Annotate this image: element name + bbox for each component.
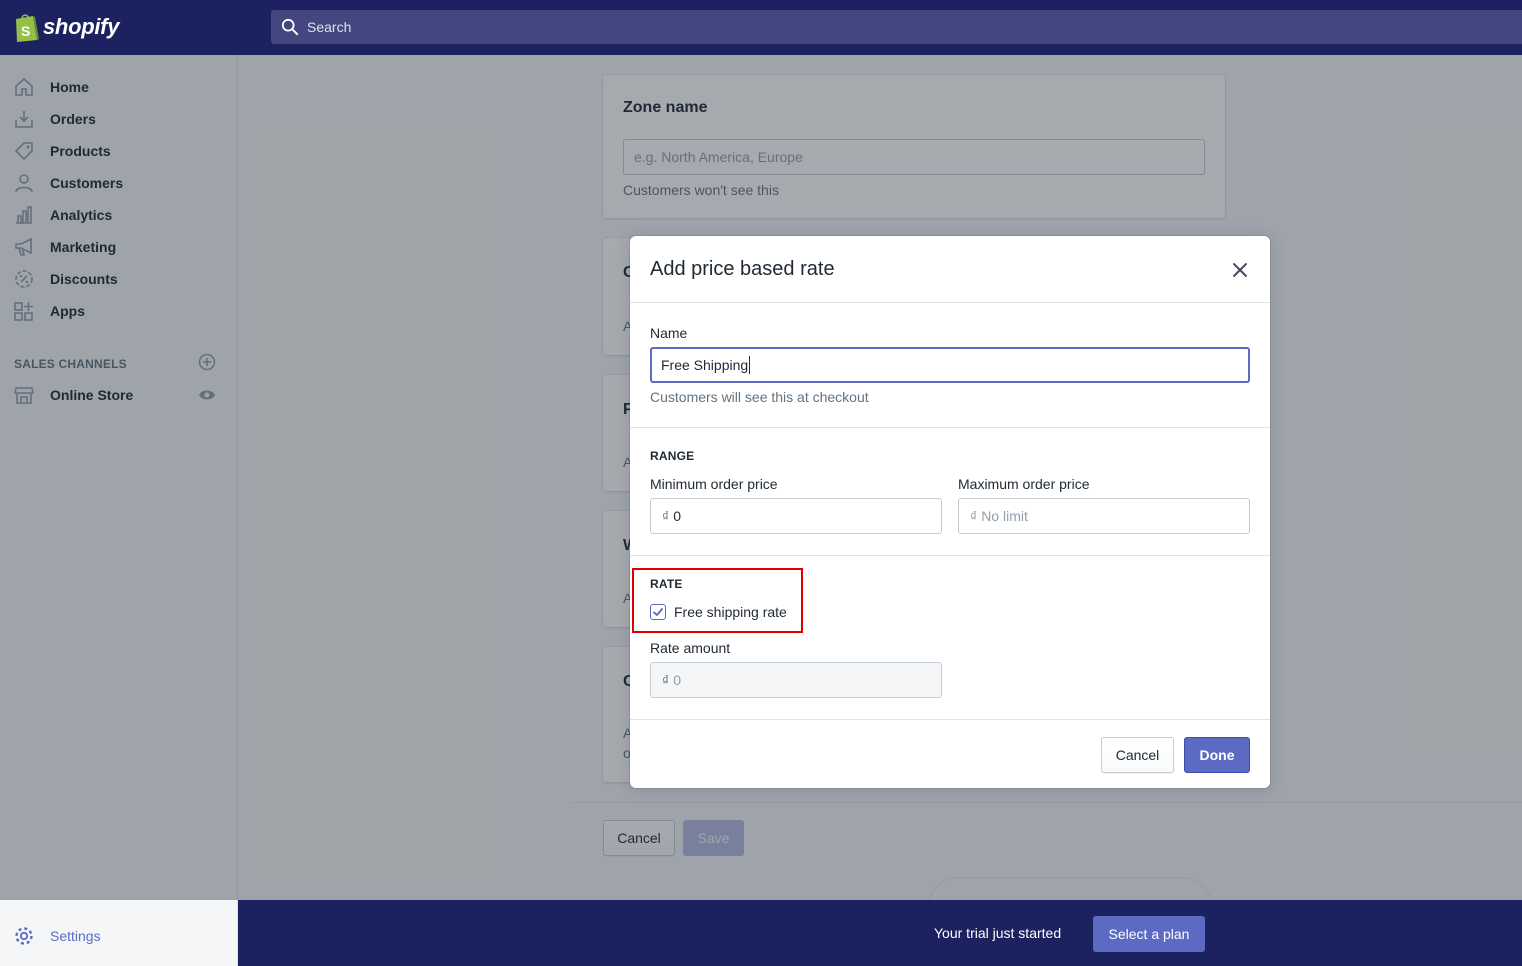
modal-divider [630, 555, 1270, 556]
modal-done-button[interactable]: Done [1184, 737, 1250, 773]
search-icon [281, 18, 299, 36]
shopify-bag-icon: S [16, 13, 39, 42]
select-plan-button[interactable]: Select a plan [1093, 916, 1205, 952]
sidebar-item-settings[interactable]: Settings [0, 920, 238, 952]
shopify-logo[interactable]: S shopify [13, 11, 119, 43]
min-price-value: 0 [673, 508, 681, 524]
rate-name-value: Free Shipping [661, 357, 749, 373]
rate-name-input[interactable]: Free Shipping [650, 347, 1250, 383]
range-heading: RANGE [650, 449, 695, 463]
gear-icon [15, 927, 33, 945]
modal-divider [630, 719, 1270, 720]
name-label: Name [650, 325, 688, 341]
text-caret [749, 356, 751, 374]
max-price-input[interactable]: ₫ No limit [958, 498, 1250, 534]
sidebar-item-label: Settings [50, 928, 101, 944]
currency-symbol: ₫ [662, 508, 670, 524]
rate-highlight-box [632, 568, 803, 633]
min-price-label: Minimum order price [650, 476, 778, 492]
rate-amount-label: Rate amount [650, 640, 731, 656]
top-bar: S shopify Search [0, 0, 1522, 55]
search-bar[interactable]: Search [271, 10, 1522, 44]
add-rate-modal: Add price based rate Name Free Shipping … [630, 236, 1270, 788]
modal-title: Add price based rate [650, 258, 835, 280]
modal-cancel-button[interactable]: Cancel [1101, 737, 1174, 773]
currency-symbol: ₫ [970, 508, 978, 524]
modal-divider [630, 302, 1270, 303]
trial-text: Your trial just started [934, 925, 1062, 941]
min-price-input[interactable]: ₫ 0 [650, 498, 942, 534]
max-price-label: Maximum order price [958, 476, 1090, 492]
rate-amount-input[interactable]: ₫ 0 [650, 662, 942, 698]
search-placeholder: Search [307, 19, 352, 35]
brand-name: shopify [43, 14, 120, 39]
modal-divider [630, 427, 1270, 428]
svg-text:S: S [21, 23, 30, 39]
currency-symbol: ₫ [662, 672, 670, 688]
close-icon[interactable] [1230, 260, 1250, 280]
rate-amount-value: 0 [673, 672, 681, 688]
name-help: Customers will see this at checkout [650, 389, 869, 405]
max-price-placeholder: No limit [981, 508, 1028, 524]
trial-bar: Your trial just started Select a plan [238, 900, 1522, 966]
